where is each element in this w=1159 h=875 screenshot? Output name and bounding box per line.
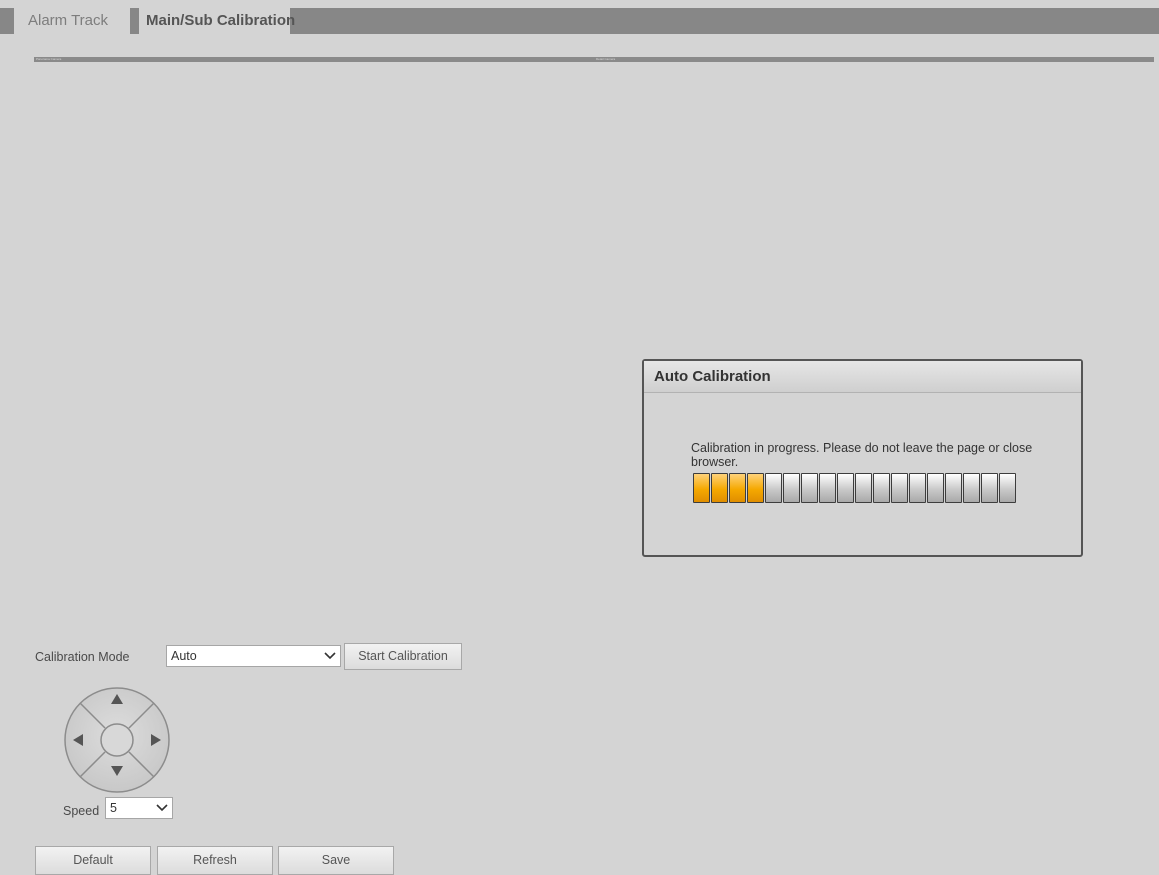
speed-label: Speed (63, 804, 100, 818)
circle-icon[interactable] (100, 723, 134, 757)
progress-segment (927, 473, 944, 503)
progress-segment (783, 473, 800, 503)
save-button[interactable]: Save (278, 846, 394, 875)
progress-segment (837, 473, 854, 503)
progress-segment (963, 473, 980, 503)
progress-segment (711, 473, 728, 503)
tab-main-sub-calibration[interactable]: Main/Sub Calibration (134, 8, 295, 34)
refresh-button[interactable]: Refresh (157, 846, 273, 875)
tab-alarm-track[interactable]: Alarm Track (14, 8, 130, 34)
start-calibration-button[interactable]: Start Calibration (344, 643, 462, 670)
progress-segment (693, 473, 710, 503)
dialog-title: Auto Calibration (644, 361, 1081, 393)
calibration-mode-label: Calibration Mode (35, 650, 130, 664)
progress-segment (909, 473, 926, 503)
progress-segment (945, 473, 962, 503)
progress-segment (765, 473, 782, 503)
progress-segment (873, 473, 890, 503)
progress-segment (819, 473, 836, 503)
speed-value: 5 (110, 801, 117, 815)
detail-camera-label: Detail Camera (596, 57, 616, 61)
speed-select[interactable]: 5 (105, 797, 173, 819)
video-panel-header (34, 57, 1154, 62)
progress-segment (981, 473, 998, 503)
tab-bar: Alarm Track Main/Sub Calibration (0, 8, 1159, 34)
dialog-message: Calibration in progress. Please do not l… (691, 441, 1033, 469)
progress-segment (729, 473, 746, 503)
auto-calibration-dialog: Auto Calibration Calibration in progress… (642, 359, 1083, 557)
chevron-down-icon (156, 804, 168, 812)
main-sub-calibration-page: Alarm Track Main/Sub Calibration Panoram… (0, 0, 1159, 875)
progress-segment (747, 473, 764, 503)
calibration-mode-value: Auto (171, 649, 197, 663)
calibration-progress-bar (693, 473, 1016, 505)
default-button[interactable]: Default (35, 846, 151, 875)
chevron-down-icon (324, 652, 336, 660)
calibration-mode-select[interactable]: Auto (166, 645, 341, 667)
progress-segment (855, 473, 872, 503)
progress-segment (999, 473, 1016, 503)
panorama-camera-label: Panorama Camera (36, 57, 62, 61)
progress-segment (891, 473, 908, 503)
ptz-direction-pad (64, 687, 170, 793)
progress-segment (801, 473, 818, 503)
